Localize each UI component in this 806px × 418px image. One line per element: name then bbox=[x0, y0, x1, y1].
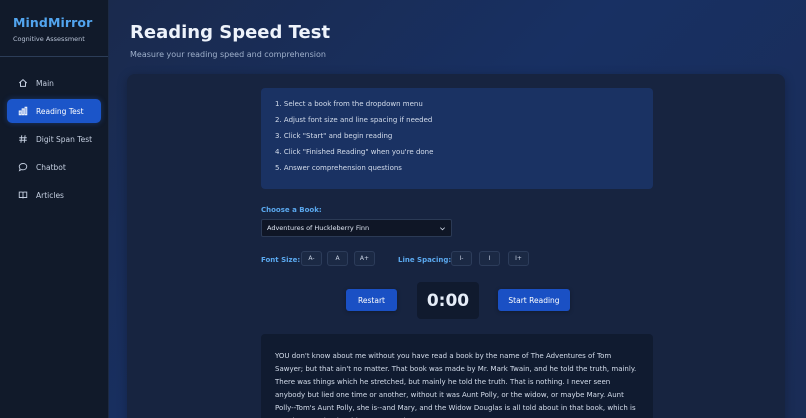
sidebar-item-label: Digit Span Test bbox=[36, 134, 93, 144]
spacing-increase-button[interactable]: I+ bbox=[508, 251, 529, 266]
home-icon bbox=[17, 78, 28, 89]
instruction-item: 1. Select a book from the dropdown menu bbox=[275, 100, 423, 108]
spacing-reset-button[interactable]: I bbox=[479, 251, 500, 266]
instruction-item: 5. Answer comprehension questions bbox=[275, 164, 402, 172]
sidebar-item-digit-span-test[interactable]: Digit Span Test bbox=[7, 127, 101, 151]
chat-bubble-icon bbox=[17, 162, 28, 173]
instruction-item: 3. Click "Start" and begin reading bbox=[275, 132, 393, 140]
font-reset-button[interactable]: A bbox=[327, 251, 348, 266]
start-reading-button[interactable]: Start Reading bbox=[498, 289, 570, 311]
sidebar-item-label: Main bbox=[36, 78, 54, 88]
hash-icon bbox=[17, 134, 28, 145]
sidebar-item-label: Articles bbox=[36, 190, 64, 200]
font-decrease-button[interactable]: A- bbox=[301, 251, 322, 266]
spacing-decrease-button[interactable]: I- bbox=[451, 251, 472, 266]
sidebar-item-label: Chatbot bbox=[36, 162, 66, 172]
sidebar-item-chatbot[interactable]: Chatbot bbox=[7, 155, 101, 179]
sidebar-item-articles[interactable]: Articles bbox=[7, 183, 101, 207]
font-increase-button[interactable]: A+ bbox=[354, 251, 375, 266]
timer-display: 0:00 bbox=[417, 282, 479, 319]
brand-title: MindMirror bbox=[13, 15, 93, 30]
brand-subtitle: Cognitive Assessment bbox=[13, 35, 85, 43]
chevron-down-icon bbox=[440, 227, 445, 231]
sidebar-nav: Main Reading Test Digit Span Test Chatbo… bbox=[0, 71, 108, 207]
book-select-label: Choose a Book: bbox=[261, 206, 322, 214]
book-icon bbox=[17, 190, 28, 201]
line-spacing-label: Line Spacing: bbox=[398, 256, 452, 264]
test-card: 1. Select a book from the dropdown menu … bbox=[127, 74, 785, 418]
instruction-item: 4. Click "Finished Reading" when you're … bbox=[275, 148, 434, 156]
sidebar-item-reading-test[interactable]: Reading Test bbox=[7, 99, 101, 123]
font-size-label: Font Size: bbox=[261, 256, 301, 264]
sidebar: MindMirror Cognitive Assessment Main Rea… bbox=[0, 0, 109, 418]
instruction-item: 2. Adjust font size and line spacing if … bbox=[275, 116, 433, 124]
instructions-box: 1. Select a book from the dropdown menu … bbox=[261, 88, 653, 189]
brand: MindMirror Cognitive Assessment bbox=[0, 0, 108, 57]
page-subtitle: Measure your reading speed and comprehen… bbox=[130, 50, 326, 59]
main-content: Reading Speed Test Measure your reading … bbox=[109, 0, 806, 418]
restart-button[interactable]: Restart bbox=[346, 289, 397, 311]
sidebar-item-main[interactable]: Main bbox=[7, 71, 101, 95]
reading-passage: YOU don't know about me without you have… bbox=[261, 334, 653, 418]
page-title: Reading Speed Test bbox=[130, 22, 331, 43]
book-select-value: Adventures of Huckleberry Finn bbox=[267, 224, 370, 232]
book-select[interactable]: Adventures of Huckleberry Finn bbox=[261, 219, 452, 237]
bar-chart-icon bbox=[17, 106, 28, 117]
sidebar-item-label: Reading Test bbox=[36, 106, 84, 116]
